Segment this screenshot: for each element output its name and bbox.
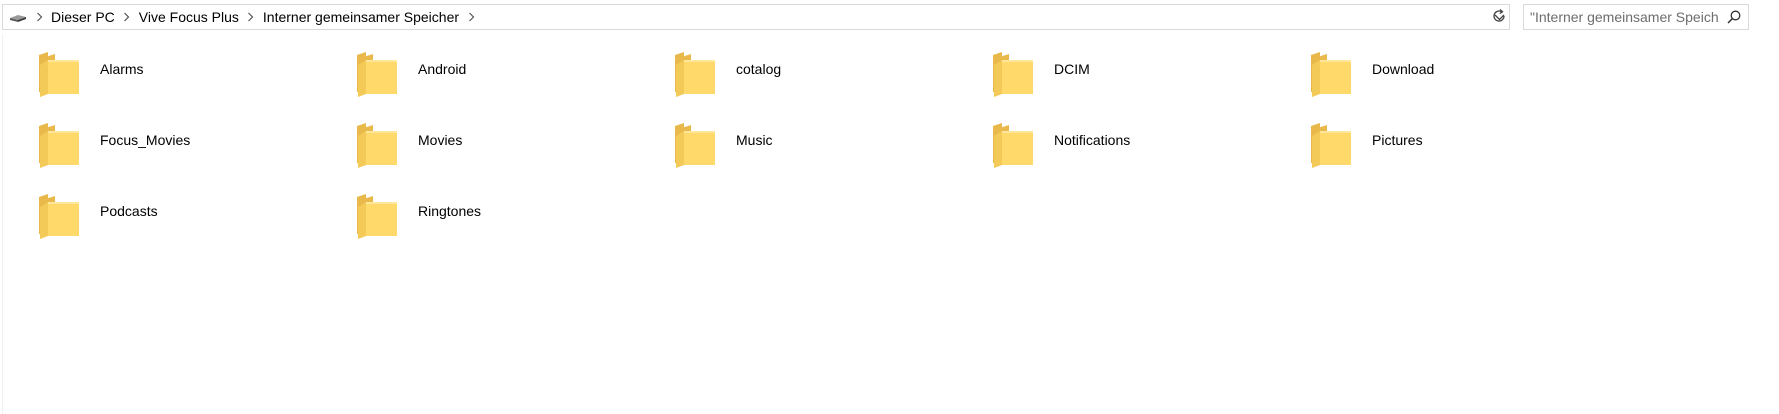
folder-item-music[interactable]: Music	[639, 115, 957, 186]
folder-name: Notifications	[1054, 132, 1131, 148]
folder-item-dcim[interactable]: DCIM	[957, 44, 1275, 115]
folder-item-notifications[interactable]: Notifications	[957, 115, 1275, 186]
folder-icon	[1307, 50, 1355, 98]
folder-item-cotalog[interactable]: cotalog	[639, 44, 957, 115]
breadcrumb-item-internal-storage[interactable]: Interner gemeinsamer Speicher	[261, 5, 461, 29]
file-explorer-window: Dieser PC Vive Focus Plus Interner gemei…	[0, 0, 1779, 414]
chevron-right-icon[interactable]	[241, 5, 261, 29]
folder-name: DCIM	[1054, 61, 1090, 77]
navigation-bar: Dieser PC Vive Focus Plus Interner gemei…	[0, 0, 1779, 34]
folder-icon	[35, 192, 83, 240]
refresh-icon	[1491, 8, 1507, 27]
chevron-right-icon[interactable]	[461, 5, 481, 29]
folder-name: Pictures	[1372, 132, 1423, 148]
breadcrumb-item-dieser-pc[interactable]: Dieser PC	[49, 5, 117, 29]
folder-item-podcasts[interactable]: Podcasts	[3, 186, 321, 257]
search-icon[interactable]	[1722, 5, 1746, 29]
drive-icon	[7, 6, 29, 28]
folder-item-alarms[interactable]: Alarms	[3, 44, 321, 115]
folder-icon	[353, 192, 401, 240]
folder-name: Focus_Movies	[100, 132, 191, 148]
folder-icon	[353, 121, 401, 169]
folder-name: Download	[1372, 61, 1435, 77]
folder-icon	[35, 50, 83, 98]
folder-name: Alarms	[100, 61, 144, 77]
folder-item-android[interactable]: Android	[321, 44, 639, 115]
folder-item-pictures[interactable]: Pictures	[1275, 115, 1593, 186]
chevron-right-icon[interactable]	[117, 5, 137, 29]
search-box[interactable]	[1523, 4, 1749, 30]
breadcrumb-item-vive-focus-plus[interactable]: Vive Focus Plus	[137, 5, 241, 29]
folder-icon	[989, 121, 1037, 169]
folder-icon	[671, 121, 719, 169]
folder-item-focus-movies[interactable]: Focus_Movies	[3, 115, 321, 186]
folder-grid: Alarms Android cotalog DCIM Download Foc…	[3, 44, 1593, 257]
folder-name: Android	[418, 61, 467, 77]
folder-item-ringtones[interactable]: Ringtones	[321, 186, 639, 257]
address-bar[interactable]: Dieser PC Vive Focus Plus Interner gemei…	[2, 4, 1510, 30]
search-input[interactable]	[1524, 5, 1722, 29]
folder-name: Ringtones	[418, 203, 482, 219]
folder-name: Podcasts	[100, 203, 158, 219]
folder-icon	[35, 121, 83, 169]
folder-item-movies[interactable]: Movies	[321, 115, 639, 186]
folder-icon	[1307, 121, 1355, 169]
chevron-right-icon[interactable]	[29, 5, 49, 29]
folder-name: cotalog	[736, 61, 782, 77]
folder-icon	[989, 50, 1037, 98]
folder-item-download[interactable]: Download	[1275, 44, 1593, 115]
folder-name: Music	[736, 132, 773, 148]
folder-icon	[671, 50, 719, 98]
folder-name: Movies	[418, 132, 463, 148]
folder-icon	[353, 50, 401, 98]
refresh-button[interactable]	[1488, 4, 1510, 30]
file-list-area[interactable]: Alarms Android cotalog DCIM Download Foc…	[2, 34, 1779, 414]
